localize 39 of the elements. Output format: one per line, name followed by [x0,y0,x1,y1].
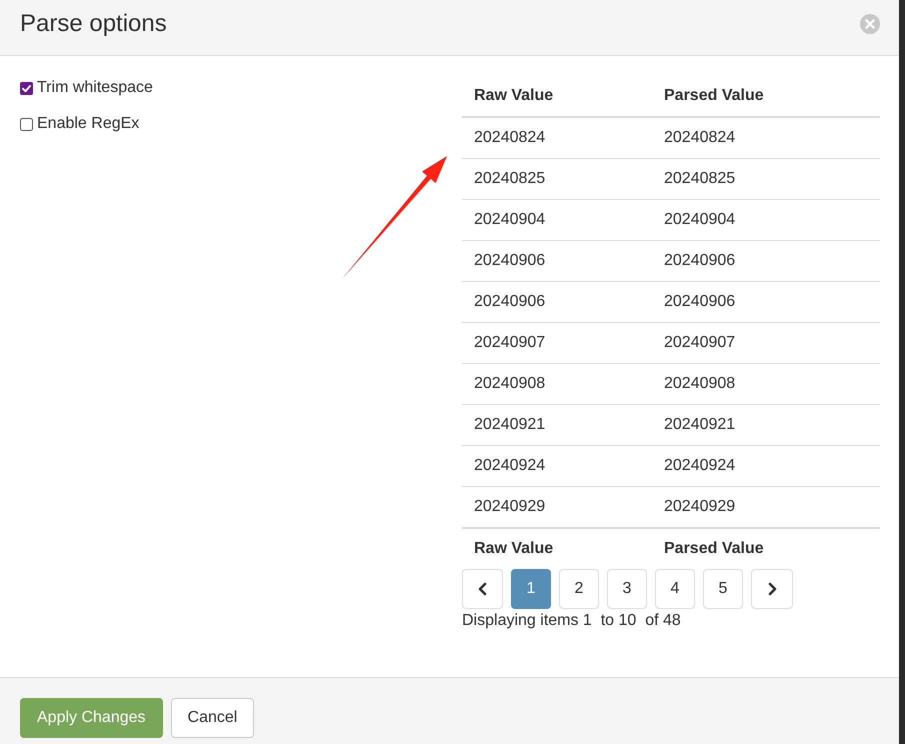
dialog-title: Parse options [20,8,167,38]
checkbox[interactable] [20,118,33,130]
previous-page-button[interactable] [462,569,503,609]
column-header: Raw Value [473,86,554,106]
page-button[interactable]: 3 [607,569,647,609]
column-footer: Parsed Value [652,529,880,569]
table-cell-text: 20240929 [663,497,736,517]
table-cell-text: 20240907 [663,333,736,353]
pagination-summary: Displaying items 1 to 10 of 48 [462,611,681,631]
table-cell-text: 20240907 [473,333,546,353]
table-cell-text: 20240906 [663,292,736,312]
table-cell-text: 20240929 [473,497,546,517]
table-cell-text: 20240906 [473,251,546,271]
column-footer: Raw Value [462,529,652,569]
option-label[interactable]: Enable RegEx [37,112,140,136]
next-page-button[interactable] [751,569,793,609]
page-button[interactable]: 5 [703,569,743,609]
table-cell-text: 20240924 [473,456,546,476]
table-cell-text: 20240824 [473,128,546,148]
cancel-button[interactable]: Cancel [170,698,254,738]
table-cell-text: 20240824 [663,128,736,148]
table-cell-text: 20240921 [663,415,736,435]
table-cell-text: 20240906 [473,292,546,312]
chevron-left-icon [476,582,490,596]
table-cell-text: 20240908 [663,374,736,394]
column-header: Parsed Value [663,86,765,106]
table-cell-text: 20240904 [663,210,736,230]
option-label[interactable]: Trim whitespace [37,76,153,100]
table-cell-text: 20240924 [663,456,736,476]
table-cell-text: 20240921 [473,415,546,435]
table-cell-text: 20240904 [473,210,546,230]
checkbox[interactable] [20,82,33,94]
table-cell-text: 20240908 [473,374,546,394]
page-button[interactable]: 4 [655,569,695,609]
table-cell-text: 20240825 [663,169,736,189]
table-cell-text: 20240825 [473,169,546,189]
page-button[interactable]: 1 [511,569,551,609]
table-cell-text: 20240906 [663,251,736,271]
page-button[interactable]: 2 [559,569,599,609]
